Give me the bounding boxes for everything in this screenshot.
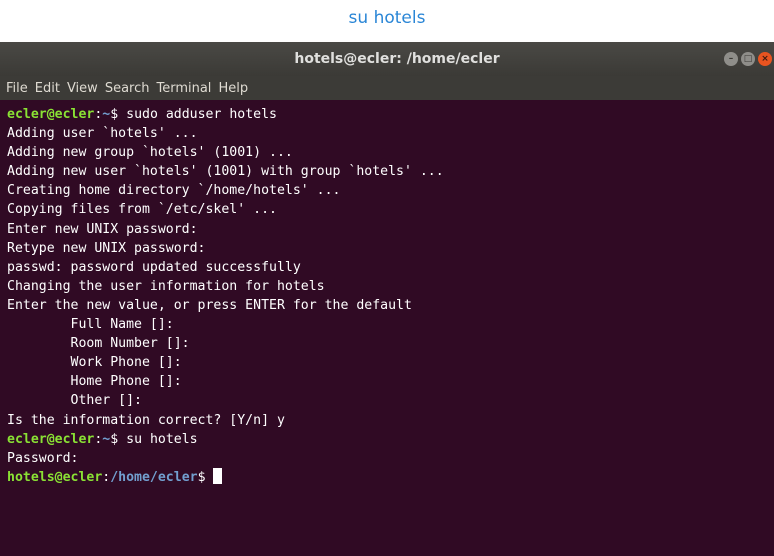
- output-line: Full Name []:: [7, 317, 174, 333]
- maximize-icon[interactable]: □: [741, 52, 755, 66]
- terminal-window: hotels@ecler: /home/ecler – □ × File Edi…: [0, 42, 774, 556]
- prompt-path: /home/ecler: [110, 469, 198, 485]
- menu-help[interactable]: Help: [218, 81, 248, 96]
- prompt-symbol: $: [110, 431, 127, 447]
- menu-bar: File Edit View Search Terminal Help: [0, 76, 774, 100]
- window-titlebar[interactable]: hotels@ecler: /home/ecler – □ ×: [0, 42, 774, 76]
- prompt-userhost: ecler@ecler: [7, 107, 95, 122]
- prompt-line: ecler@ecler:~$ sudo adduser hotels: [7, 105, 774, 124]
- output-line: Adding new group `hotels' (1001) ...: [7, 145, 293, 161]
- output-line: Is the information correct? [Y/n] y: [7, 412, 285, 428]
- minimize-icon[interactable]: –: [724, 52, 738, 66]
- output-line: Work Phone []:: [7, 355, 182, 371]
- prompt-line: ecler@ecler:~$ su hotels: [7, 430, 774, 449]
- menu-search[interactable]: Search: [105, 81, 150, 96]
- command-text: sudo adduser hotels: [126, 107, 277, 122]
- output-line: Password:: [7, 450, 79, 466]
- output-line: Changing the user information for hotels: [7, 278, 325, 294]
- menu-file[interactable]: File: [6, 81, 28, 96]
- window-controls: – □ ×: [724, 52, 772, 66]
- prompt-symbol: $: [197, 469, 214, 485]
- output-line: Room Number []:: [7, 336, 190, 352]
- menu-terminal[interactable]: Terminal: [156, 81, 211, 96]
- text-cursor: [213, 467, 223, 484]
- output-line: Adding new user `hotels' (1001) with gro…: [7, 164, 444, 180]
- output-line: passwd: password updated successfully: [7, 259, 301, 275]
- terminal-output[interactable]: ecler@ecler:~$ sudo adduser hotels Addin…: [0, 100, 774, 556]
- window-title: hotels@ecler: /home/ecler: [294, 51, 500, 67]
- output-line: Copying files from `/etc/skel' ...: [7, 202, 277, 218]
- output-line: Home Phone []:: [7, 374, 182, 390]
- page-caption: su hotels: [348, 8, 426, 28]
- output-line: Adding user `hotels' ...: [7, 126, 198, 142]
- menu-edit[interactable]: Edit: [35, 81, 60, 96]
- output-line: Retype new UNIX password:: [7, 240, 206, 256]
- output-line: Enter the new value, or press ENTER for …: [7, 297, 412, 313]
- menu-view[interactable]: View: [67, 81, 98, 96]
- command-text: su hotels: [126, 431, 198, 447]
- output-line: Creating home directory `/home/hotels' .…: [7, 183, 341, 199]
- output-line: Other []:: [7, 393, 142, 409]
- prompt-symbol: $: [110, 107, 127, 122]
- prompt-line: hotels@ecler:/home/ecler$: [7, 467, 774, 487]
- prompt-userhost: hotels@ecler: [7, 469, 103, 485]
- prompt-userhost: ecler@ecler: [7, 431, 95, 447]
- output-line: Enter new UNIX password:: [7, 221, 198, 237]
- close-icon[interactable]: ×: [758, 52, 772, 66]
